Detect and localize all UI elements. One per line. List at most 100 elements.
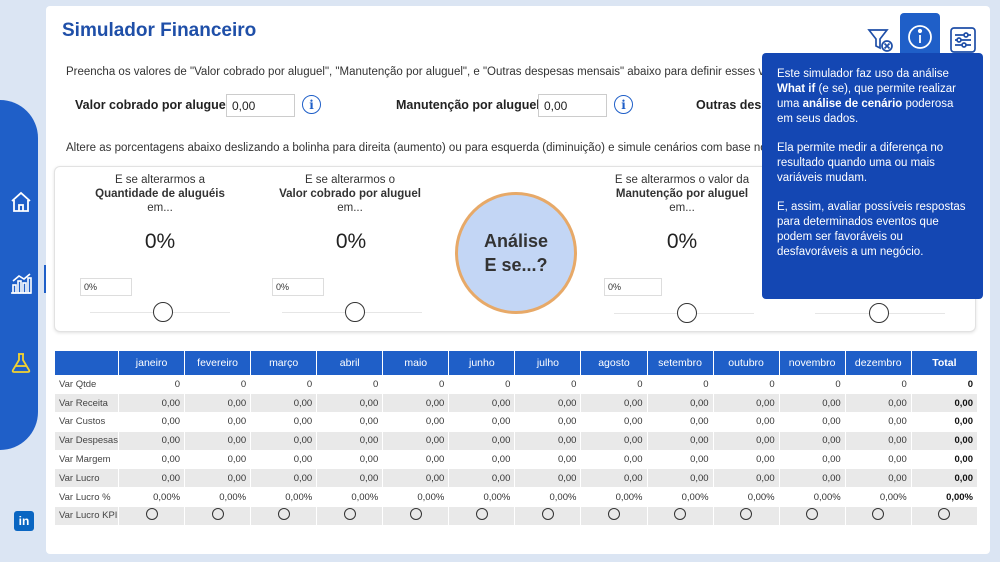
scenario-percent: 0% (666, 230, 698, 253)
row-label: Var Qtde (54, 374, 119, 395)
column-header[interactable]: maio (382, 351, 450, 375)
column-header[interactable]: agosto (580, 351, 648, 375)
table-cell: 0,00 (250, 430, 318, 451)
table-cell: 0,00 (316, 449, 384, 470)
total-cell: 0,00 (910, 468, 979, 489)
kpi-indicator-icon (211, 508, 224, 521)
column-header[interactable]: dezembro (845, 351, 912, 375)
table-cell: 0,00 (117, 412, 186, 432)
table-cell: 0,00 (448, 449, 516, 470)
row-label: Var Custos (54, 412, 119, 432)
slider-handle[interactable] (153, 302, 173, 322)
column-header[interactable]: outubro (713, 351, 780, 375)
kpi-cell (184, 506, 252, 526)
column-header[interactable]: junho (448, 351, 516, 375)
table-cell: 0,00% (117, 487, 186, 508)
kpi-cell (514, 506, 582, 526)
slider-handle[interactable] (677, 303, 697, 323)
valor-cobrado-label: Valor cobrado por aluguel: (75, 98, 234, 112)
outras-despesas-label: Outras desp (696, 98, 769, 112)
scenario-manutencao: E se alterarmos o valor da Manutenção po… (597, 173, 767, 215)
kpi-cell (580, 506, 648, 526)
table-row: Var Despesas 0,00 0,00 0,00 0,00 0,00 0,00 0,00… (54, 430, 979, 451)
table-cell: 0,00% (514, 487, 582, 508)
table-cell: 0,00 (117, 449, 186, 470)
table-row: Var Qtde 0 0 0 0 0 0 0 0 0 0 0 0 0 (54, 374, 979, 395)
manutencao-label: Manutenção por aluguel: (396, 98, 544, 112)
table-cell: 0,00 (382, 449, 450, 470)
column-header-total[interactable]: Total (911, 351, 979, 375)
table-cell: 0,00 (382, 412, 450, 432)
total-cell: 0,00 (910, 430, 979, 451)
column-header[interactable]: setembro (647, 351, 714, 375)
chart-nav-button[interactable] (8, 270, 34, 296)
scenario-percent-box[interactable]: 0% (272, 278, 324, 296)
column-header[interactable]: julho (514, 351, 582, 375)
table-cell: 0 (844, 374, 912, 395)
sliders-icon (950, 27, 976, 53)
total-cell: 0,00 (910, 393, 979, 414)
table-cell: 0,00 (712, 412, 780, 432)
table-cell: 0,00 (250, 449, 318, 470)
scenario-percent-box[interactable]: 0% (80, 278, 132, 296)
row-label: Var Despesas (54, 430, 119, 451)
table-cell: 0,00 (382, 468, 450, 489)
manutencao-input[interactable] (538, 94, 607, 117)
table-cell: 0,00 (778, 412, 846, 432)
table-cell: 0,00 (712, 449, 780, 470)
table-body: Var Qtde 0 0 0 0 0 0 0 0 0 0 0 0 0 Var Receita 0,00 0,00… (54, 374, 979, 526)
table-cell: 0,00% (778, 487, 846, 508)
scenario-percent-box[interactable]: 0% (604, 278, 662, 296)
table-cell: 0,00 (580, 430, 648, 451)
kpi-indicator-icon (674, 508, 687, 521)
table-cell: 0,00 (448, 430, 516, 451)
kpi-cell (910, 506, 979, 526)
table-cell: 0,00 (844, 468, 912, 489)
scenario-percent: 0% (335, 230, 367, 253)
kpi-indicator-icon (806, 508, 819, 521)
info-icon[interactable]: i (302, 95, 321, 114)
scenario-prefix: E se alterarmos a (114, 174, 206, 186)
slider-handle[interactable] (869, 303, 889, 323)
scenario-variable: Valor cobrado por aluguel (279, 188, 421, 200)
scenario-quantidade: E se alterarmos a Quantidade de aluguéis… (75, 173, 245, 215)
table-cell: 0,00% (844, 487, 912, 508)
kpi-indicator-icon (607, 508, 620, 521)
table-cell: 0,00 (778, 430, 846, 451)
scenario-variable: Manutenção por aluguel (615, 188, 749, 200)
column-header[interactable]: março (250, 351, 318, 375)
table-cell: 0,00 (117, 468, 186, 489)
linkedin-icon[interactable]: in (14, 511, 34, 531)
info-icon[interactable]: i (614, 95, 633, 114)
table-cell: 0,00 (646, 393, 714, 414)
row-label: Var Lucro (54, 468, 119, 489)
table-cell: 0,00 (514, 468, 582, 489)
tooltip-paragraph-3: E, assim, avaliar possíveis respostas pa… (777, 201, 966, 258)
table-cell: 0,00 (382, 430, 450, 451)
column-header[interactable]: fevereiro (184, 351, 252, 375)
valor-cobrado-input[interactable] (226, 94, 295, 117)
total-cell: 0,00% (910, 487, 979, 508)
scenario-prefix: E se alterarmos o valor da (614, 174, 750, 186)
slider-handle[interactable] (345, 302, 365, 322)
column-header[interactable]: abril (316, 351, 384, 375)
table-cell: 0,00 (184, 430, 252, 451)
table-cell: 0,00 (844, 393, 912, 414)
home-nav-button[interactable] (8, 189, 34, 215)
scenario-suffix: em... (669, 202, 695, 214)
table-cell: 0,00% (250, 487, 318, 508)
kpi-indicator-icon (740, 508, 753, 521)
analise-circle: Análise E se...? (455, 192, 577, 314)
kpi-indicator-icon (145, 508, 158, 521)
kpi-indicator-icon (872, 508, 885, 521)
kpi-indicator-icon (277, 508, 290, 521)
table-cell: 0,00 (580, 449, 648, 470)
column-header[interactable]: novembro (779, 351, 846, 375)
bar-chart-icon (11, 273, 32, 294)
kpi-indicator-icon (409, 508, 422, 521)
table-cell: 0,00 (712, 468, 780, 489)
table-row: Var Margem 0,00 0,00 0,00 0,00 0,00 0,00 0,00 0,… (54, 449, 979, 470)
column-header[interactable]: janeiro (118, 351, 186, 375)
simulator-nav-button[interactable] (8, 350, 34, 376)
table-cell: 0,00 (778, 468, 846, 489)
